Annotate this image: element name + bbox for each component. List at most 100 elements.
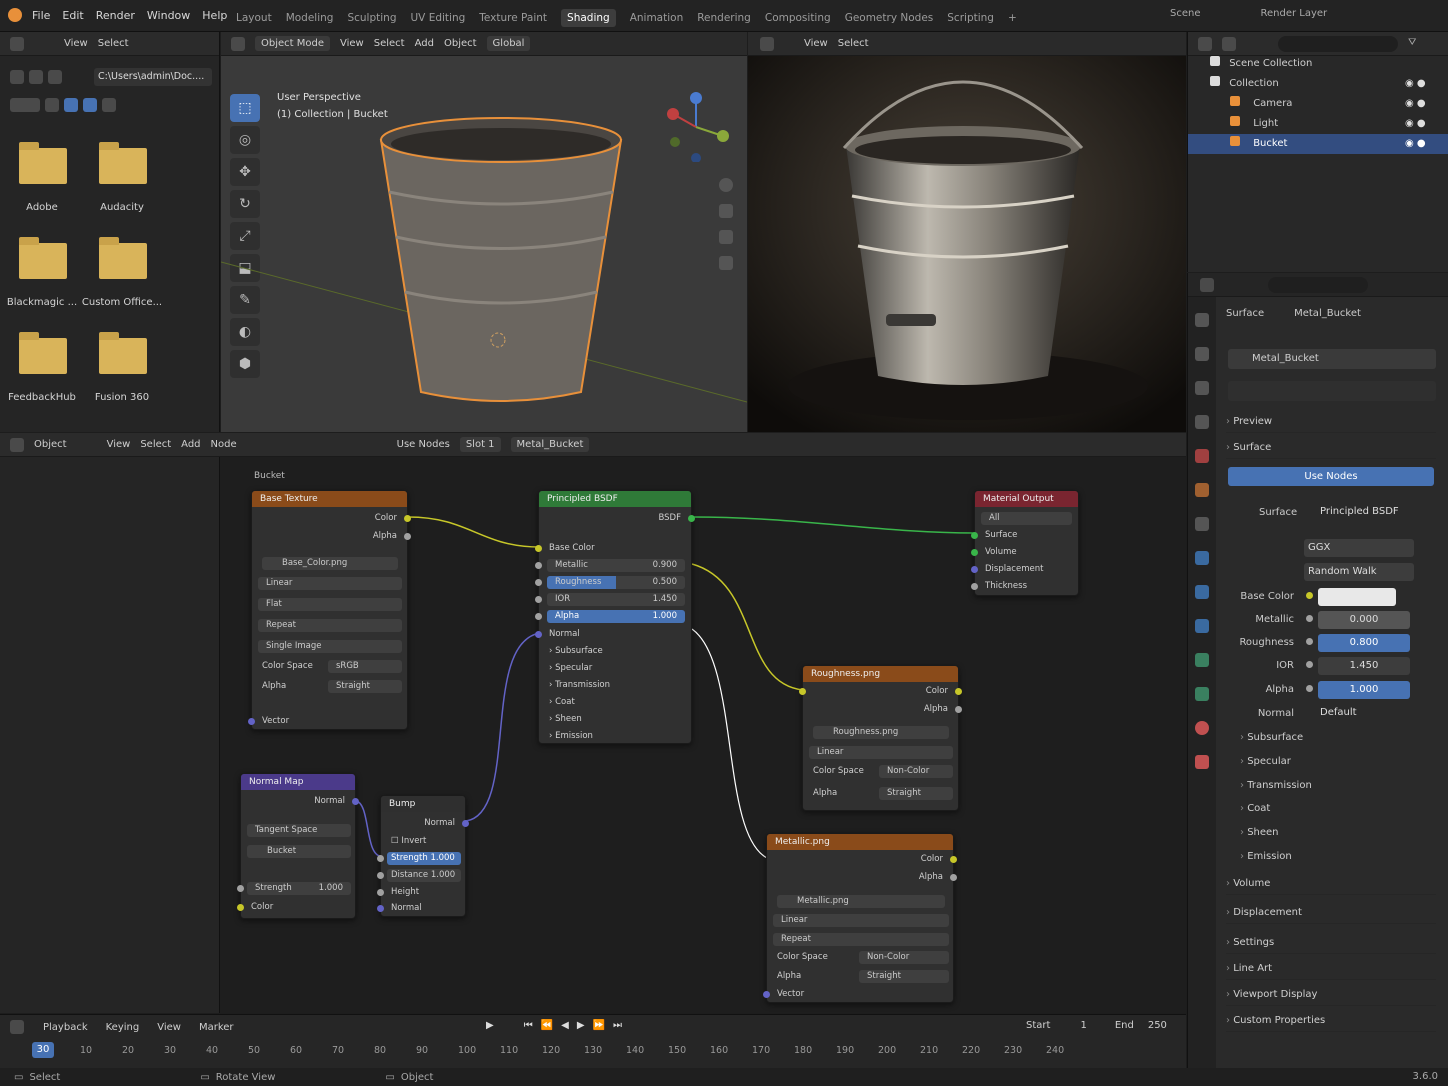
folder-icon[interactable] (99, 142, 147, 184)
end-field[interactable]: 250 (1148, 1020, 1167, 1031)
eye-icon[interactable]: ◉ ● (1405, 138, 1435, 158)
socket-icon[interactable] (404, 533, 411, 540)
editor-type-icon[interactable] (1200, 277, 1214, 292)
folder-icon[interactable] (19, 332, 67, 374)
tab-animation[interactable]: Animation (630, 12, 684, 24)
panel-subsurface[interactable]: › Subsurface (549, 646, 603, 656)
base-color-swatch[interactable] (1318, 588, 1396, 606)
fb-view[interactable]: View (64, 38, 88, 49)
section-settings[interactable]: Settings (1226, 932, 1436, 954)
color-space-dropdown[interactable]: Non-Color (879, 765, 953, 778)
sort-icon[interactable] (83, 98, 97, 112)
funnel-icon[interactable] (102, 98, 116, 112)
node-metallic-texture[interactable]: Metallic.png Color Alpha Metallic.png Li… (763, 833, 957, 1003)
metallic-slider[interactable]: Metallic 0.900 (547, 559, 685, 572)
interpolation-dropdown[interactable]: Linear (809, 746, 953, 759)
next-key-icon[interactable]: ⏩ (593, 1020, 605, 1031)
distribution-dropdown[interactable]: GGX (1304, 539, 1414, 557)
current-frame-indicator[interactable]: 30 (32, 1042, 54, 1058)
node-roughness-texture[interactable]: Roughness.png Color Alpha Roughness.png … (799, 665, 962, 811)
folder-label[interactable]: Custom Office... (67, 297, 177, 308)
eye-icon[interactable]: ◉ ● (1405, 118, 1435, 138)
scene-tab-icon[interactable] (1195, 449, 1209, 463)
socket-icon[interactable] (377, 872, 384, 879)
section-line-art[interactable]: Line Art (1226, 958, 1436, 980)
socket-icon[interactable] (535, 579, 542, 586)
folder-icon[interactable] (19, 237, 67, 279)
socket-icon[interactable] (352, 798, 359, 805)
panel-transmission[interactable]: › Transmission (549, 680, 610, 690)
editor-type-icon[interactable] (760, 36, 774, 51)
camera-view-icon[interactable] (719, 230, 733, 244)
folder-icon[interactable] (19, 142, 67, 184)
tl-view[interactable]: View (157, 1022, 181, 1033)
folder-label[interactable]: Audacity (67, 202, 177, 213)
uv-map-dropdown[interactable]: Bucket (247, 845, 351, 858)
socket-icon[interactable] (799, 688, 806, 695)
projection-dropdown[interactable]: Flat (258, 598, 402, 611)
menu-file[interactable]: File (32, 9, 50, 22)
section-preview[interactable]: Preview (1226, 411, 1436, 433)
target-dropdown[interactable]: All (981, 512, 1072, 525)
editor-type-icon[interactable] (1198, 36, 1212, 51)
socket-icon[interactable] (237, 904, 244, 911)
tab-texture-paint[interactable]: Texture Paint (479, 12, 547, 24)
socket-icon[interactable] (950, 874, 957, 881)
add-workspace-icon[interactable]: + (1008, 12, 1017, 24)
node-editor[interactable]: Object View Select Add Node Use Nodes Sl… (0, 433, 1186, 1013)
ior-slider[interactable]: IOR 1.450 (547, 593, 685, 606)
socket-icon[interactable] (971, 549, 978, 556)
ortho-toggle-icon[interactable] (719, 256, 733, 270)
socket-icon[interactable] (1306, 615, 1313, 622)
socket-icon[interactable] (404, 515, 411, 522)
sub-sheen[interactable]: Sheen (1240, 827, 1278, 838)
prev-key-icon[interactable]: ⏪ (541, 1020, 553, 1031)
tab-scripting[interactable]: Scripting (947, 12, 994, 24)
use-nodes-button[interactable]: Use Nodes (1228, 467, 1434, 486)
socket-icon[interactable] (955, 688, 962, 695)
filter-icon[interactable] (10, 98, 40, 112)
socket-icon[interactable] (971, 566, 978, 573)
extension-dropdown[interactable]: Repeat (773, 933, 949, 946)
socket-icon[interactable] (763, 991, 770, 998)
alpha-field[interactable]: 1.000 (1318, 681, 1410, 699)
jump-end-icon[interactable]: ⏭ (613, 1020, 622, 1031)
tab-modeling[interactable]: Modeling (286, 12, 334, 24)
panel-coat[interactable]: › Coat (549, 697, 575, 707)
socket-icon[interactable] (535, 596, 542, 603)
subsurface-method-dropdown[interactable]: Random Walk (1304, 563, 1414, 581)
panel-emission[interactable]: › Emission (549, 731, 593, 741)
fb-select[interactable]: Select (98, 38, 129, 49)
socket-icon[interactable] (971, 532, 978, 539)
color-space-dropdown[interactable]: Non-Color (859, 951, 949, 964)
metallic-field[interactable]: 0.000 (1318, 611, 1410, 629)
socket-icon[interactable] (377, 905, 384, 912)
forward-icon[interactable] (29, 70, 43, 84)
outliner-search-input[interactable] (1278, 36, 1398, 52)
texture-tab-icon[interactable] (1195, 755, 1209, 769)
image-selector[interactable]: Base_Color.png (262, 557, 398, 570)
section-viewport-display[interactable]: Viewport Display (1226, 984, 1436, 1006)
jump-start-icon[interactable]: ⏮ (524, 1020, 533, 1031)
render-viewport[interactable]: View Select (748, 32, 1186, 432)
image-selector[interactable]: Metallic.png (777, 895, 945, 908)
tab-shading[interactable]: Shading (561, 9, 616, 27)
start-field[interactable]: 1 (1080, 1020, 1086, 1031)
sub-emission[interactable]: Emission (1240, 851, 1292, 862)
interpolation-dropdown[interactable]: Linear (773, 914, 949, 927)
material-tab-icon[interactable] (1195, 721, 1209, 735)
section-surface[interactable]: Surface (1226, 437, 1436, 459)
tab-geometry-nodes[interactable]: Geometry Nodes (845, 12, 934, 24)
editor-type-icon[interactable] (10, 1020, 24, 1034)
play-reverse-icon[interactable]: ◀ (561, 1020, 569, 1031)
source-dropdown[interactable]: Single Image (258, 640, 402, 653)
bump-strength-slider[interactable]: Strength 1.000 (387, 852, 461, 865)
socket-icon[interactable] (1306, 685, 1313, 692)
socket-icon[interactable] (377, 855, 384, 862)
socket-icon[interactable] (535, 613, 542, 620)
space-dropdown[interactable]: Tangent Space (247, 824, 351, 837)
interpolation-dropdown[interactable]: Linear (258, 577, 402, 590)
normal-dropdown[interactable]: Default (1304, 704, 1414, 722)
modifier-tab-icon[interactable] (1195, 551, 1209, 565)
navigation-gizmo[interactable] (661, 92, 731, 162)
